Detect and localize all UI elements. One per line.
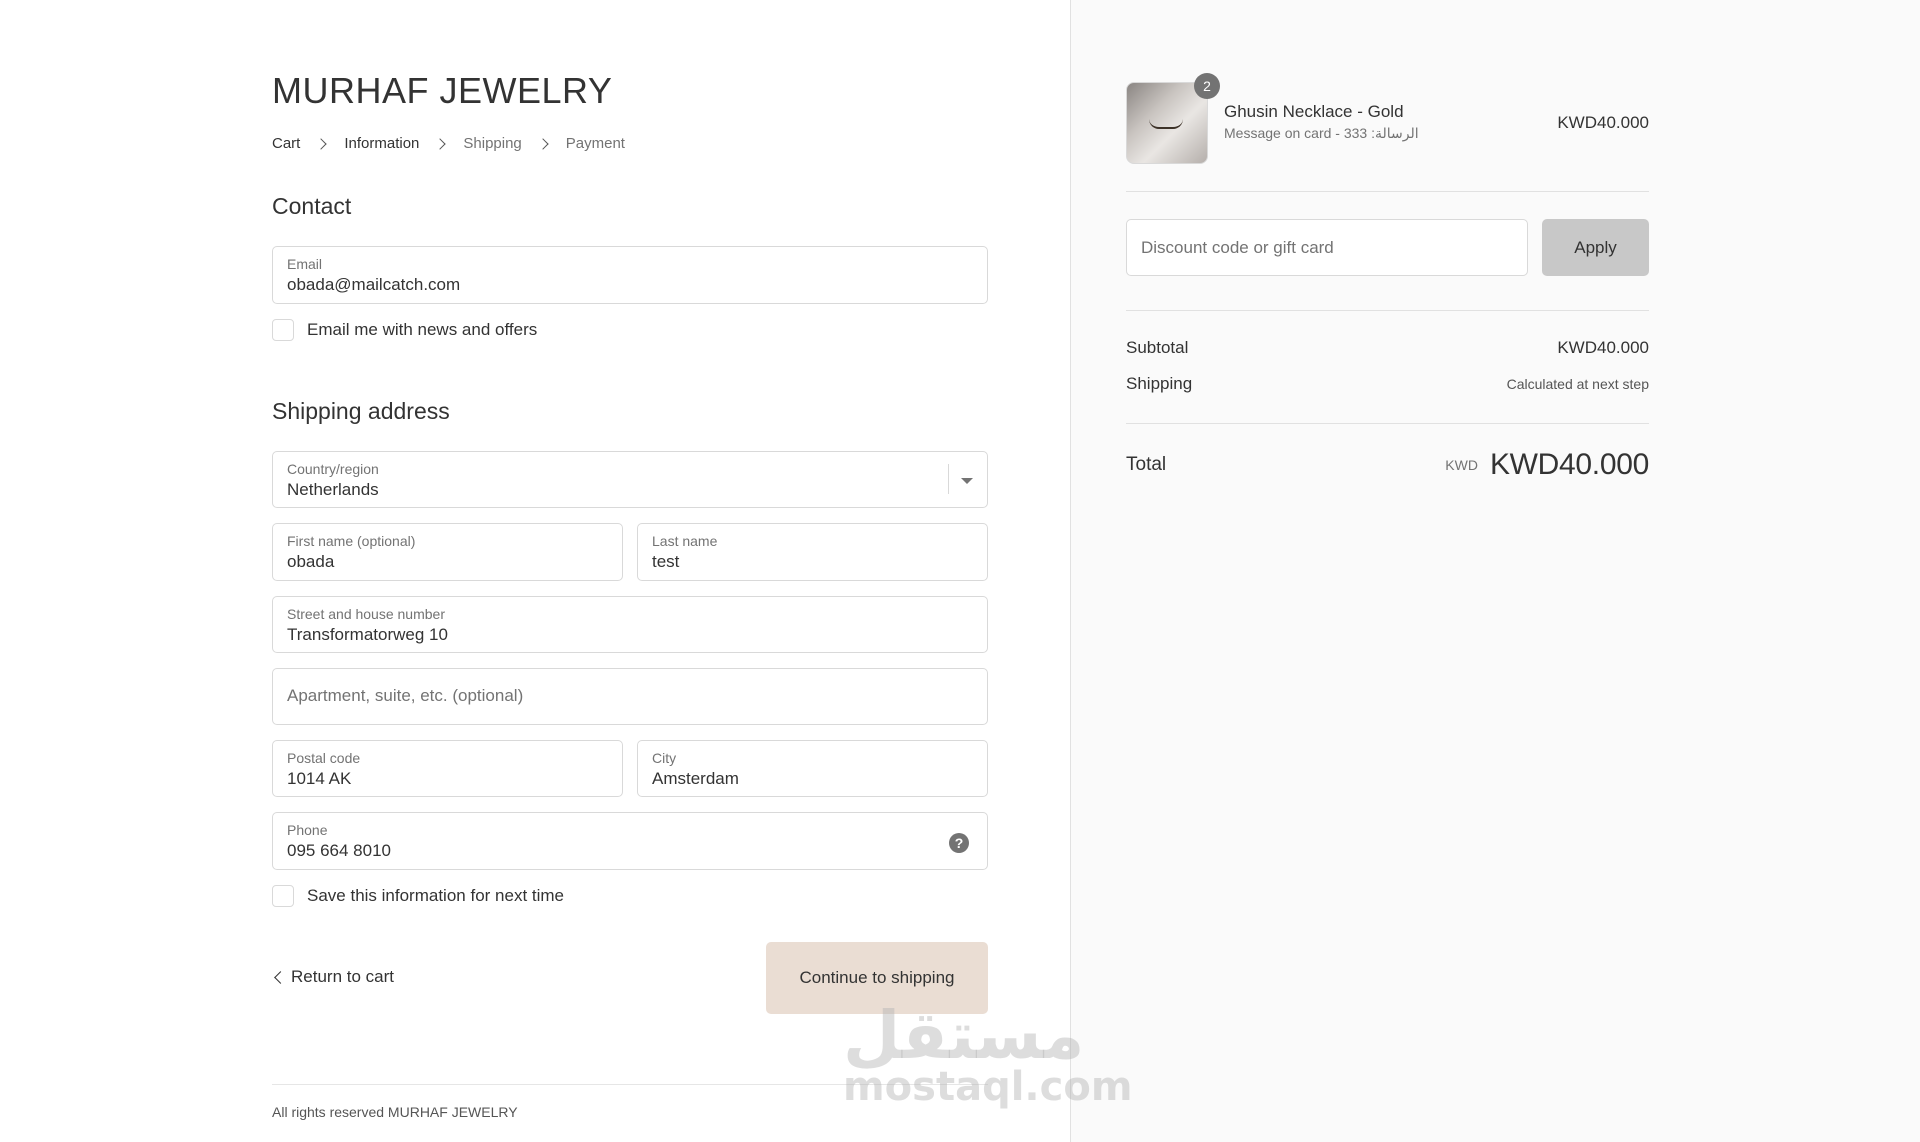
- quantity-badge: 2: [1194, 73, 1220, 99]
- postal-code-label: Postal code: [287, 750, 361, 766]
- total-label: Total: [1126, 454, 1167, 475]
- last-name-value[interactable]: test: [652, 552, 679, 572]
- breadcrumb: Cart Information Shipping Payment: [272, 135, 625, 152]
- subtotal-label: Subtotal: [1126, 338, 1189, 357]
- product-variant: Message on card - 333 :الرسالة: [1224, 125, 1419, 141]
- last-name-field[interactable]: Last name test: [637, 523, 988, 581]
- product-name: Ghusin Necklace - Gold: [1224, 102, 1404, 121]
- newsletter-option[interactable]: Email me with news and offers: [272, 319, 537, 341]
- newsletter-label: Email me with news and offers: [307, 320, 538, 339]
- shipping-label: Shipping: [1126, 374, 1193, 393]
- chevron-down-icon[interactable]: [961, 478, 973, 484]
- shipping-value: Calculated at next step: [1506, 376, 1649, 392]
- continue-to-shipping-button[interactable]: Continue to shipping: [766, 942, 988, 1014]
- necklace-image-icon: [1149, 119, 1183, 129]
- last-name-label: Last name: [652, 533, 718, 549]
- subtotal-value: KWD40.000: [1557, 338, 1649, 357]
- first-name-label: First name (optional): [287, 533, 416, 549]
- city-field[interactable]: City Amsterdam: [637, 740, 988, 797]
- country-label: Country/region: [287, 461, 379, 477]
- chevron-right-icon: [536, 137, 552, 151]
- chevron-right-icon: [433, 137, 449, 151]
- email-label: Email: [287, 256, 323, 272]
- newsletter-checkbox[interactable]: [272, 319, 294, 341]
- street-field[interactable]: Street and house number Transformatorweg…: [272, 596, 988, 653]
- order-summary: 2 Ghusin Necklace - Gold Message on card…: [1070, 0, 1920, 1142]
- chevron-left-icon: [274, 970, 287, 984]
- country-select[interactable]: Country/region Netherlands: [272, 451, 988, 508]
- city-value[interactable]: Amsterdam: [652, 769, 739, 789]
- select-divider: [948, 464, 949, 494]
- save-info-checkbox[interactable]: [272, 885, 294, 907]
- save-info-label: Save this information for next time: [307, 886, 565, 905]
- shipping-address-heading: Shipping address: [272, 398, 450, 424]
- phone-field[interactable]: Phone 095 664 8010 ?: [272, 812, 988, 870]
- summary-divider: [1126, 310, 1649, 311]
- contact-heading: Contact: [272, 193, 352, 219]
- help-icon[interactable]: ?: [949, 833, 969, 853]
- save-info-option[interactable]: Save this information for next time: [272, 885, 564, 907]
- total-row: Total KWD KWD40.000: [1126, 448, 1649, 482]
- first-name-value[interactable]: obada: [287, 552, 334, 572]
- phone-label: Phone: [287, 822, 328, 838]
- apply-discount-button[interactable]: Apply: [1542, 219, 1649, 276]
- summary-divider: [1126, 423, 1649, 424]
- breadcrumb-shipping: Shipping: [463, 135, 522, 152]
- subtotal-row: Subtotal KWD40.000: [1126, 338, 1649, 358]
- postal-code-value[interactable]: 1014 AK: [287, 769, 351, 789]
- street-label: Street and house number: [287, 606, 445, 622]
- phone-value[interactable]: 095 664 8010: [287, 841, 391, 861]
- discount-input[interactable]: [1127, 220, 1527, 275]
- breadcrumb-payment: Payment: [565, 135, 625, 152]
- footer-divider: [272, 1084, 988, 1085]
- summary-divider: [1126, 191, 1649, 192]
- breadcrumb-cart[interactable]: Cart: [272, 135, 300, 152]
- discount-field[interactable]: [1126, 219, 1528, 276]
- store-logo-text[interactable]: MURHAF JEWELRY: [272, 70, 612, 112]
- shipping-row: Shipping Calculated at next step: [1126, 374, 1649, 394]
- return-to-cart-link[interactable]: Return to cart: [272, 967, 394, 987]
- breadcrumb-information: Information: [344, 135, 420, 152]
- total-currency: KWD: [1445, 457, 1478, 473]
- product-price: KWD40.000: [1557, 113, 1649, 132]
- total-value: KWD40.000: [1489, 448, 1649, 481]
- return-to-cart-label: Return to cart: [291, 967, 394, 986]
- email-value[interactable]: obada@mailcatch.com: [287, 275, 460, 295]
- footer-copyright: All rights reserved MURHAF JEWELRY: [272, 1104, 518, 1120]
- product-thumbnail: 2: [1126, 73, 1220, 164]
- apartment-placeholder[interactable]: Apartment, suite, etc. (optional): [287, 686, 523, 706]
- street-value[interactable]: Transformatorweg 10: [287, 625, 448, 645]
- total-amount: KWD KWD40.000: [1445, 448, 1649, 482]
- first-name-field[interactable]: First name (optional) obada: [272, 523, 623, 581]
- city-label: City: [652, 750, 677, 766]
- apartment-field[interactable]: Apartment, suite, etc. (optional): [272, 668, 988, 725]
- postal-code-field[interactable]: Postal code 1014 AK: [272, 740, 623, 797]
- chevron-right-icon: [314, 137, 330, 151]
- checkout-main: MURHAF JEWELRY Cart Information Shipping…: [0, 0, 1070, 1142]
- country-value: Netherlands: [287, 480, 379, 499]
- email-field[interactable]: Email obada@mailcatch.com: [272, 246, 988, 304]
